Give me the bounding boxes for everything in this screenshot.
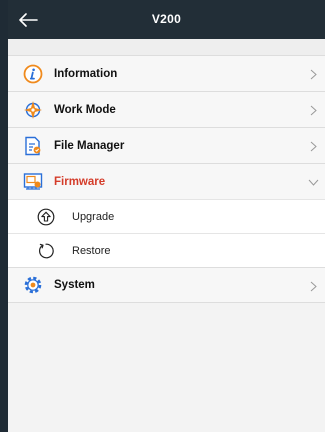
gear-icon xyxy=(22,274,44,296)
chevron-right-icon xyxy=(307,92,319,128)
top-bar: V200 xyxy=(8,0,325,39)
menu-item-label: File Manager xyxy=(54,139,125,152)
menu-item-firmware[interactable]: Firmware xyxy=(8,163,325,199)
menu-item-label: Work Mode xyxy=(54,103,116,116)
compass-icon xyxy=(22,99,44,121)
file-manager-icon xyxy=(22,135,44,157)
menu-item-file-manager[interactable]: File Manager xyxy=(8,127,325,163)
page-title: V200 xyxy=(151,12,182,26)
app-screen: V200 Information Work Mode File Manager … xyxy=(8,0,325,432)
menu-item-label: Firmware xyxy=(54,175,106,188)
submenu-item-label: Upgrade xyxy=(72,210,115,223)
menu-item-label: System xyxy=(54,279,95,291)
restore-icon xyxy=(36,241,56,261)
menu-item-label: Information xyxy=(54,67,118,80)
menu-item-information[interactable]: Information xyxy=(8,55,325,91)
chevron-right-icon xyxy=(307,128,319,164)
menu-item-system[interactable]: System xyxy=(8,267,325,303)
header-spacer xyxy=(8,39,325,55)
firmware-icon xyxy=(22,171,44,193)
submenu-item-label: Restore xyxy=(72,244,111,257)
upgrade-icon xyxy=(36,207,56,227)
submenu-item-upgrade[interactable]: Upgrade xyxy=(8,199,325,233)
submenu-item-restore[interactable]: Restore xyxy=(8,233,325,267)
chevron-down-icon xyxy=(307,164,319,200)
info-icon xyxy=(22,63,44,85)
chevron-right-icon xyxy=(307,268,319,304)
chevron-right-icon xyxy=(307,56,319,92)
menu-item-work-mode[interactable]: Work Mode xyxy=(8,91,325,127)
